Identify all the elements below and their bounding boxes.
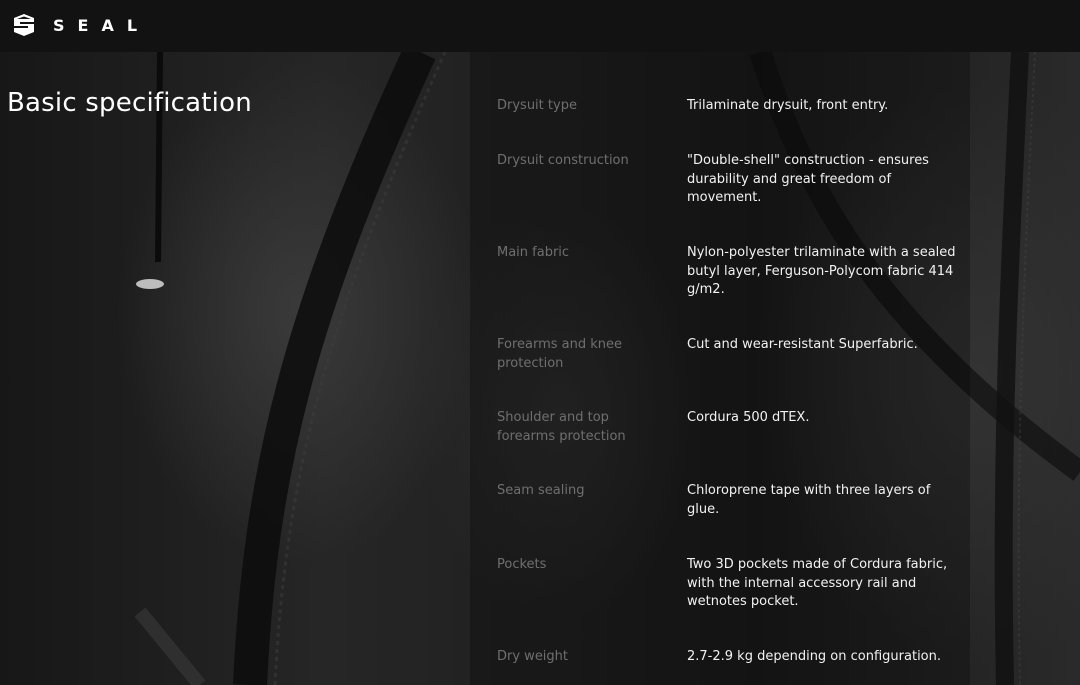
spec-label: Main fabric — [497, 245, 570, 260]
page: SEAL Basic specification Drysuit type Tr… — [0, 0, 1080, 685]
spec-label: Drysuit construction — [497, 153, 629, 168]
spec-value: Two 3D pockets made of Cordura fabric, w… — [687, 557, 948, 609]
spec-value: 2.7-2.9 kg depending on configuration. — [687, 649, 942, 664]
spec-value: Nylon-polyester trilaminate with a seale… — [687, 245, 956, 297]
top-navigation-bar: SEAL — [0, 0, 1080, 52]
spec-label: Forearms and knee protection — [497, 337, 623, 371]
seal-logo-icon — [14, 14, 34, 36]
spec-label: Drysuit type — [497, 98, 577, 113]
brand-name: SEAL — [53, 15, 151, 35]
spec-value: Trilaminate drysuit, front entry. — [687, 98, 889, 113]
spec-label: Pockets — [497, 557, 547, 572]
section-title: Basic specification — [7, 88, 252, 118]
spec-value: Chloroprene tape with three layers of gl… — [687, 483, 931, 517]
spec-value: "Double-shell" construction - ensures du… — [687, 153, 929, 205]
spec-label: Seam sealing — [497, 483, 585, 498]
spec-label: Dry weight — [497, 649, 569, 664]
brand-logo-link[interactable]: SEAL — [12, 12, 150, 38]
spec-value: Cut and wear-resistant Superfabric. — [687, 337, 918, 352]
spec-label: Shoulder and top forearms protection — [497, 410, 626, 444]
spec-value: Cordura 500 dTEX. — [687, 410, 810, 425]
